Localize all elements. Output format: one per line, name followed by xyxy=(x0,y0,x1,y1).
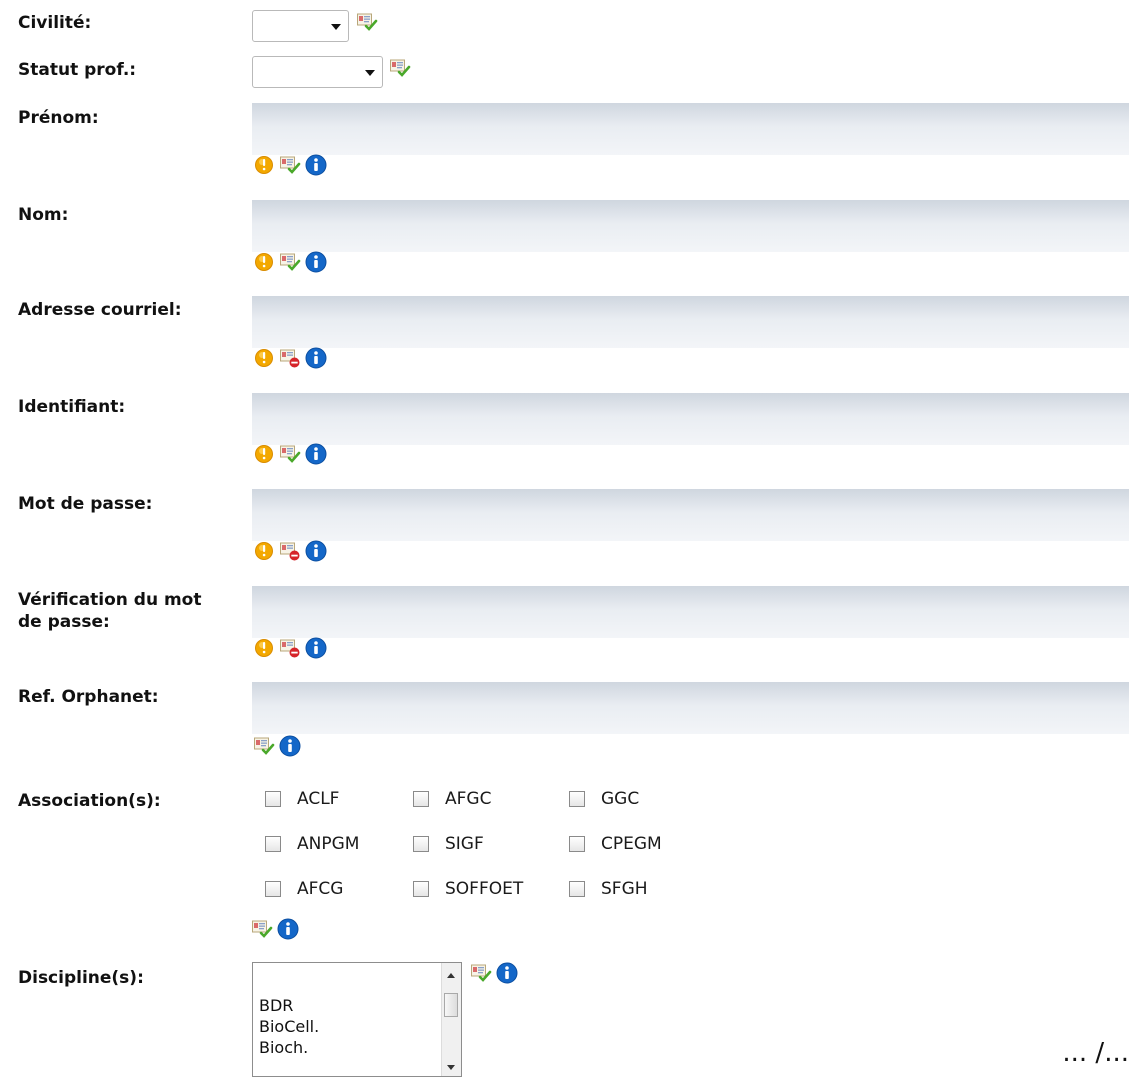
prenom-input[interactable] xyxy=(252,103,1129,155)
public-visibility-icon[interactable] xyxy=(356,11,378,33)
adresse-icons xyxy=(253,347,327,369)
checkbox-label: AFCG xyxy=(297,879,344,899)
public-visibility-icon[interactable] xyxy=(279,251,301,273)
associations-label: Association(s): xyxy=(18,791,161,811)
info-icon[interactable] xyxy=(305,251,327,273)
checkbox-label: SIGF xyxy=(445,834,484,854)
scroll-down-icon[interactable] xyxy=(447,1065,455,1070)
chevron-down-icon xyxy=(331,24,341,30)
chevron-down-icon xyxy=(365,70,375,76)
public-visibility-icon[interactable] xyxy=(470,962,492,984)
checkbox-label: CPEGM xyxy=(601,834,662,854)
checkbox[interactable] xyxy=(265,791,281,807)
password-input[interactable] xyxy=(252,489,1129,541)
ref-orphanet-input[interactable] xyxy=(252,682,1129,734)
public-visibility-icon[interactable] xyxy=(389,57,411,79)
checkbox-label: AFGC xyxy=(445,789,492,809)
public-visibility-icon[interactable] xyxy=(253,735,275,757)
checkbox[interactable] xyxy=(265,836,281,852)
checkbox-sfgh[interactable]: SFGH xyxy=(569,879,648,899)
associations-icons xyxy=(251,918,299,940)
password-label: Mot de passe: xyxy=(18,494,153,514)
checkbox[interactable] xyxy=(265,881,281,897)
checkbox-label: SFGH xyxy=(601,879,648,899)
password-icons xyxy=(253,540,327,562)
checkbox-aclf[interactable]: ACLF xyxy=(265,789,339,809)
info-icon[interactable] xyxy=(305,347,327,369)
nom-input[interactable] xyxy=(252,200,1129,252)
info-icon[interactable] xyxy=(279,735,301,757)
password-confirm-label-line2: de passe: xyxy=(18,612,110,632)
required-icon xyxy=(253,251,275,273)
continuation-marker: ... /... xyxy=(1062,1038,1129,1068)
checkbox-cpegm[interactable]: CPEGM xyxy=(569,834,662,854)
password-confirm-label-line1: Vérification du mot xyxy=(18,590,202,610)
private-visibility-icon[interactable] xyxy=(279,347,301,369)
nom-icons xyxy=(253,251,327,273)
private-visibility-icon[interactable] xyxy=(279,540,301,562)
private-visibility-icon[interactable] xyxy=(279,637,301,659)
password-confirm-icons xyxy=(253,637,327,659)
required-icon xyxy=(253,347,275,369)
statut-select[interactable] xyxy=(252,56,383,88)
civilite-icons xyxy=(356,11,378,33)
nom-label: Nom: xyxy=(18,205,69,225)
public-visibility-icon[interactable] xyxy=(279,443,301,465)
scroll-up-icon[interactable] xyxy=(447,973,455,978)
checkbox[interactable] xyxy=(569,791,585,807)
disciplines-icons xyxy=(470,962,518,984)
email-input[interactable] xyxy=(252,296,1129,348)
checkbox-anpgm[interactable]: ANPGM xyxy=(265,834,359,854)
prenom-label: Prénom: xyxy=(18,108,99,128)
checkbox-label: SOFFOET xyxy=(445,879,524,899)
public-visibility-icon[interactable] xyxy=(251,918,273,940)
checkbox[interactable] xyxy=(413,836,429,852)
scrollbar-thumb[interactable] xyxy=(444,993,458,1017)
identifiant-label: Identifiant: xyxy=(18,397,126,417)
info-icon[interactable] xyxy=(305,637,327,659)
checkbox-afcg[interactable]: AFCG xyxy=(265,879,343,899)
password-confirm-label: Vérification du mot de passe: xyxy=(18,589,201,633)
checkbox-label: ANPGM xyxy=(297,834,360,854)
required-icon xyxy=(253,540,275,562)
checkbox-ggc[interactable]: GGC xyxy=(569,789,639,809)
list-item[interactable]: BioCell. xyxy=(259,1017,319,1037)
checkbox[interactable] xyxy=(413,791,429,807)
required-icon xyxy=(253,637,275,659)
checkbox-label: GGC xyxy=(601,789,640,809)
required-icon xyxy=(253,443,275,465)
statut-label: Statut prof.: xyxy=(18,60,137,80)
checkbox[interactable] xyxy=(569,836,585,852)
list-item[interactable]: Bioch. xyxy=(259,1038,308,1058)
info-icon[interactable] xyxy=(277,918,299,940)
adresse-label: Adresse courriel: xyxy=(18,300,182,320)
checkbox-afgc[interactable]: AFGC xyxy=(413,789,491,809)
disciplines-label: Discipline(s): xyxy=(18,968,144,988)
list-item[interactable]: BDR xyxy=(259,996,293,1016)
checkbox-label: ACLF xyxy=(297,789,340,809)
ref-orphanet-label: Ref. Orphanet: xyxy=(18,687,159,707)
disciplines-listbox[interactable]: BDR BioCell. Bioch. xyxy=(252,962,462,1077)
identifiant-input[interactable] xyxy=(252,393,1129,445)
checkbox[interactable] xyxy=(569,881,585,897)
prenom-icons xyxy=(253,154,327,176)
scrollbar[interactable] xyxy=(441,963,461,1076)
password-confirm-input[interactable] xyxy=(252,586,1129,638)
checkbox-soffoet[interactable]: SOFFOET xyxy=(413,879,523,899)
public-visibility-icon[interactable] xyxy=(279,154,301,176)
civilite-select[interactable] xyxy=(252,10,349,42)
identifiant-icons xyxy=(253,443,327,465)
civilite-label: Civilité: xyxy=(18,13,92,33)
info-icon[interactable] xyxy=(305,443,327,465)
info-icon[interactable] xyxy=(305,154,327,176)
info-icon[interactable] xyxy=(305,540,327,562)
checkbox-sigf[interactable]: SIGF xyxy=(413,834,484,854)
statut-icons xyxy=(389,57,411,79)
required-icon xyxy=(253,154,275,176)
info-icon[interactable] xyxy=(496,962,518,984)
checkbox[interactable] xyxy=(413,881,429,897)
ref-orphanet-icons xyxy=(253,735,301,757)
